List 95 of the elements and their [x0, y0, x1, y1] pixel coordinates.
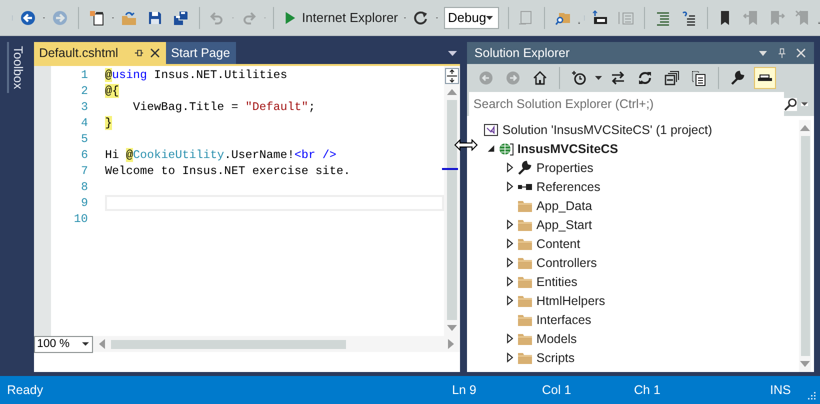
tree-item[interactable]: Models [536, 332, 577, 346]
tree-item[interactable]: Content [536, 236, 580, 250]
line-number: 9 [80, 195, 88, 211]
expand-arrow-icon[interactable] [506, 257, 514, 268]
vertical-scrollbar[interactable] [444, 66, 460, 336]
caret-icon[interactable] [595, 76, 602, 80]
open-folder-icon[interactable] [120, 10, 136, 26]
tree-item[interactable]: Controllers [536, 256, 597, 270]
run-button[interactable]: Internet Explorer [280, 10, 400, 25]
scroll-marker [442, 168, 458, 170]
show-all-files-icon[interactable] [691, 70, 708, 86]
scroll-down-icon[interactable] [447, 325, 458, 331]
expand-arrow-icon[interactable] [506, 181, 514, 192]
tree-item[interactable]: InsusMVCSiteCS [517, 142, 618, 156]
tree-item[interactable]: Interfaces [536, 312, 592, 326]
tab-label: Default.cshtml [38, 46, 120, 60]
close-icon[interactable] [150, 48, 160, 58]
search-icon[interactable] [784, 98, 797, 110]
expand-arrow-icon[interactable] [506, 238, 514, 249]
refresh-icon[interactable] [637, 70, 654, 86]
back-icon[interactable] [20, 10, 36, 26]
tree-item[interactable]: App_Data [536, 198, 592, 212]
save-all-icon[interactable] [172, 10, 188, 26]
play-icon[interactable] [284, 10, 296, 24]
collapse-all-icon[interactable] [664, 70, 680, 86]
line-number: 6 [80, 147, 88, 163]
line-number: 4 [80, 115, 88, 131]
history-icon[interactable] [571, 70, 588, 86]
line-number: 3 [80, 99, 88, 115]
scroll-up-icon[interactable] [447, 89, 458, 95]
line-number: 10 [72, 211, 88, 227]
sync-icon[interactable] [610, 70, 626, 86]
splitter-icon[interactable] [445, 68, 460, 84]
scroll-right-icon[interactable] [448, 339, 454, 349]
tab-list-icon[interactable] [448, 50, 458, 56]
wrench-icon [517, 160, 534, 176]
caret-icon[interactable] [82, 342, 89, 346]
insert-mode-indicator: INS [770, 383, 792, 397]
pin-icon[interactable] [134, 48, 144, 58]
expand-arrow-icon[interactable] [506, 162, 514, 173]
tree-item[interactable]: References [536, 180, 600, 194]
line-number: 5 [80, 131, 88, 147]
search-field[interactable]: Search Solution Explorer (Ctrl+;) [469, 92, 784, 116]
tab-icon[interactable] [592, 10, 608, 26]
line-number: 8 [80, 179, 88, 195]
indent-icon[interactable] [654, 10, 671, 26]
scroll-left-icon[interactable] [98, 339, 105, 349]
line-indicator: Ln 9 [452, 383, 478, 397]
code-line: Welcome to Insus.NET exercise site. [104, 163, 352, 179]
line-number: 7 [80, 163, 88, 179]
expand-arrow-icon[interactable] [506, 276, 514, 287]
solution-icon [483, 122, 500, 138]
line-number: 1 [80, 67, 88, 83]
scroll-down-icon[interactable] [800, 361, 810, 367]
column-indicator: Col 1 [542, 383, 572, 397]
save-icon[interactable] [146, 10, 162, 26]
code-line: @using Insus.NET.Utilities [104, 67, 288, 83]
character-indicator: Ch 1 [634, 383, 662, 397]
expand-arrow-icon[interactable] [506, 219, 514, 230]
caret-icon[interactable] [486, 16, 494, 20]
tab-label: Start Page [170, 46, 230, 60]
toolbox-tab[interactable]: Toolbox [7, 42, 27, 94]
globe-icon [498, 140, 514, 156]
vertical-scrollbar[interactable] [799, 120, 811, 372]
collapse-arrow-icon[interactable] [487, 143, 496, 154]
configuration-dropdown[interactable]: Debug [444, 6, 500, 28]
home-icon[interactable] [532, 70, 548, 86]
tree-item[interactable]: Entities [536, 274, 578, 288]
tree-item[interactable]: Scripts [536, 350, 575, 364]
zoom-dropdown[interactable]: 100 % [34, 336, 93, 352]
scrollbar-thumb[interactable] [447, 100, 458, 320]
document-tab[interactable]: Default.cshtml [34, 42, 166, 64]
refresh-icon[interactable] [412, 10, 429, 26]
scrollbar-thumb[interactable] [800, 136, 810, 356]
scrollbar-thumb[interactable] [110, 340, 346, 348]
tree-item[interactable]: HtmlHelpers [536, 294, 606, 308]
status-message: Ready [7, 383, 44, 397]
code-line: ViewBag.Title = "Default"; [132, 99, 316, 115]
tree-item[interactable]: Properties [536, 160, 594, 174]
caret-icon[interactable] [801, 102, 808, 106]
tree-item[interactable]: App_Start [536, 218, 592, 232]
dropdown-icon[interactable] [758, 48, 768, 58]
line-number: 2 [80, 83, 88, 99]
expand-arrow-icon[interactable] [506, 333, 514, 344]
comment-icon[interactable] [680, 10, 697, 26]
document-tab[interactable]: Start Page [166, 42, 236, 64]
new-project-icon[interactable] [88, 10, 105, 26]
tree-item[interactable]: Solution 'InsusMVCSiteCS' (1 project) [502, 122, 712, 136]
expand-arrow-icon[interactable] [506, 352, 514, 363]
resize-grip-icon[interactable] [806, 390, 816, 400]
code-line: Hi @CookieUtility.UserName!<br /> [104, 147, 338, 163]
scroll-up-icon[interactable] [800, 125, 810, 131]
wrench-icon[interactable] [730, 70, 746, 86]
expand-arrow-icon[interactable] [506, 295, 514, 306]
panel-title: Solution Explorer [474, 46, 571, 60]
